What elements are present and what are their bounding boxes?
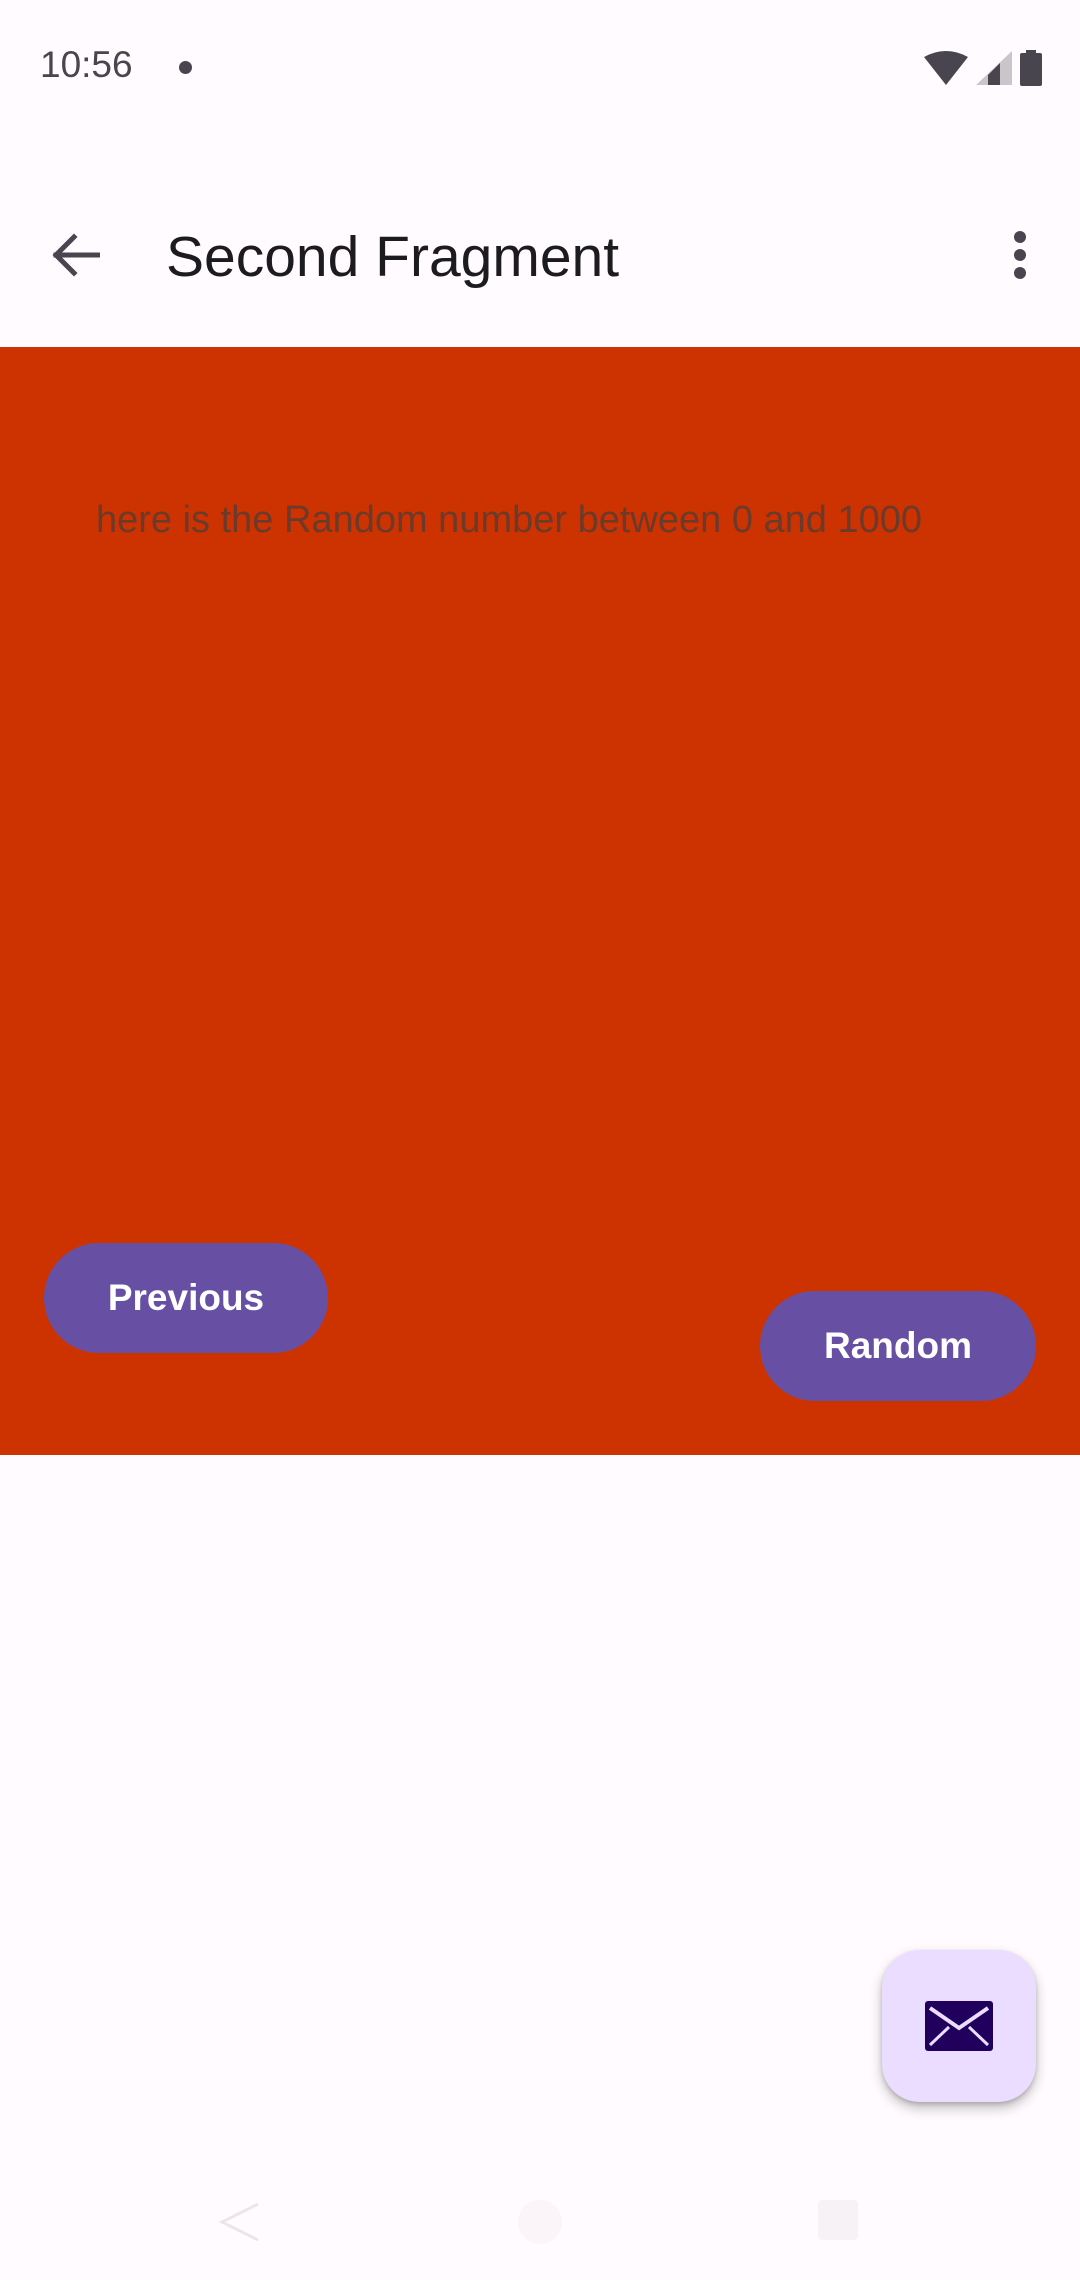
status-icons (924, 50, 1042, 86)
wifi-icon (924, 51, 968, 85)
arrow-back-icon (52, 233, 100, 277)
nav-back-icon[interactable] (218, 2200, 262, 2244)
overflow-menu-button[interactable] (980, 210, 1060, 300)
status-bar: 10:56 (0, 0, 1080, 140)
nav-home-icon[interactable] (518, 2200, 562, 2244)
navigation-bar (0, 2180, 1080, 2280)
mail-icon (925, 2001, 993, 2051)
random-number-text: here is the Random number between 0 and … (96, 499, 922, 541)
nav-recents-icon[interactable] (818, 2200, 858, 2240)
back-button[interactable] (30, 210, 120, 300)
random-button[interactable]: Random (760, 1291, 1036, 1401)
more-vert-icon (1014, 231, 1026, 279)
email-fab-button[interactable] (882, 1950, 1036, 2102)
notification-dot-icon (179, 61, 192, 74)
page-title: Second Fragment (166, 225, 620, 289)
app-bar: Second Fragment (0, 140, 1080, 346)
previous-button[interactable]: Previous (44, 1243, 328, 1353)
battery-icon (1020, 50, 1042, 86)
status-time: 10:56 (40, 44, 133, 85)
cellular-signal-icon (976, 51, 1012, 85)
content-panel: here is the Random number between 0 and … (0, 347, 1080, 1455)
